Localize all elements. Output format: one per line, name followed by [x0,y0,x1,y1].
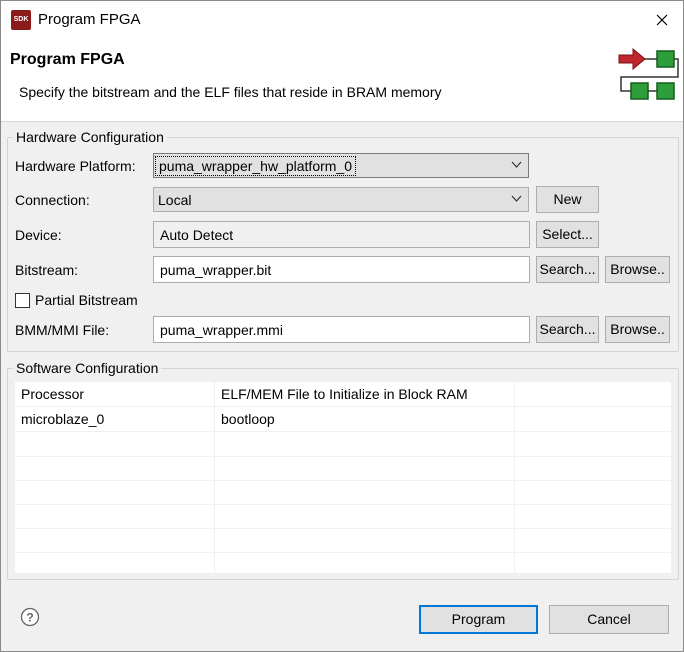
bmm-mmi-input[interactable]: puma_wrapper.mmi [153,316,530,343]
cancel-button[interactable]: Cancel [549,605,669,634]
table-row-empty [15,432,671,457]
close-icon [656,14,668,26]
bmm-mmi-label: BMM/MMI File: [15,322,110,338]
bmm-mmi-value: puma_wrapper.mmi [160,322,283,338]
table-row-empty [15,456,671,481]
hardware-platform-value: puma_wrapper_hw_platform_0 [155,156,356,176]
table-header-row: Processor ELF/MEM File to Initialize in … [15,382,671,407]
window-title: Program FPGA [38,11,141,28]
table-row-empty [15,552,671,577]
banner-title: Program FPGA [10,51,125,68]
chevron-down-icon [511,161,522,168]
chevron-down-icon [511,195,522,202]
elf-file-cell[interactable]: bootloop [221,411,275,427]
partial-bitstream-label[interactable]: Partial Bitstream [35,292,138,308]
processor-cell: microblaze_0 [21,411,105,427]
bmm-search-button[interactable]: Search... [536,316,599,343]
dialog-window: SDK Program FPGA Program FPGA Specify th… [0,0,684,652]
bitstream-label: Bitstream: [15,262,79,278]
device-field: Auto Detect [153,221,530,248]
connection-value: Local [158,192,192,208]
software-config-label: Software Configuration [13,360,162,376]
banner-description: Specify the bitstream and the ELF files … [19,84,442,100]
program-button[interactable]: Program [419,605,538,634]
svg-text:?: ? [26,611,33,625]
header-banner: Program FPGA Specify the bitstream and t… [1,39,683,122]
hardware-platform-label: Hardware Platform: [15,158,136,174]
table-row-empty [15,528,671,553]
connection-label: Connection: [15,192,90,208]
bitstream-value: puma_wrapper.bit [160,262,272,278]
hardware-config-label: Hardware Configuration [13,129,167,145]
bmm-browse-button[interactable]: Browse.. [605,316,670,343]
bitstream-input[interactable]: puma_wrapper.bit [153,256,530,283]
hardware-platform-select[interactable]: puma_wrapper_hw_platform_0 [153,153,529,178]
partial-bitstream-checkbox[interactable] [15,293,30,308]
close-button[interactable] [647,7,677,33]
new-connection-button[interactable]: New [536,186,599,213]
table-row-empty [15,480,671,505]
table-row[interactable]: microblaze_0 bootloop [15,407,671,432]
bitstream-browse-button[interactable]: Browse.. [605,256,670,283]
device-value: Auto Detect [160,227,234,243]
connection-select[interactable]: Local [153,187,529,212]
elf-assignment-table[interactable]: Processor ELF/MEM File to Initialize in … [15,382,671,577]
device-label: Device: [15,227,62,243]
sdk-app-icon: SDK [11,10,31,30]
column-header-elf-file: ELF/MEM File to Initialize in Block RAM [221,386,468,402]
select-device-button[interactable]: Select... [536,221,599,248]
help-icon[interactable]: ? [20,607,40,627]
program-fpga-icon [618,47,679,100]
column-header-processor: Processor [21,386,85,402]
bitstream-search-button[interactable]: Search... [536,256,599,283]
title-bar: SDK Program FPGA [1,1,683,39]
table-row-empty [15,504,671,529]
